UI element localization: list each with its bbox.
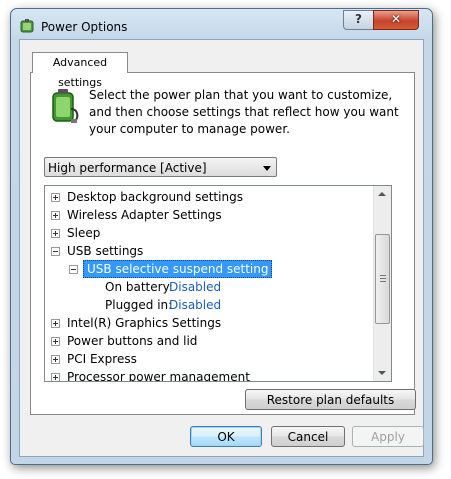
tab-advanced-settings[interactable]: Advanced settings (32, 52, 128, 89)
tree-item-label: USB settings (67, 244, 144, 258)
setting-label: On battery: (105, 280, 173, 294)
expand-plus-icon[interactable] (51, 211, 60, 220)
tree-item-label: Wireless Adapter Settings (67, 208, 222, 222)
restore-plan-defaults-button[interactable]: Restore plan defaults (245, 389, 416, 410)
dialog-body: Advanced settings Select the power plan … (19, 39, 424, 457)
cancel-button[interactable]: Cancel (271, 426, 345, 447)
expand-plus-icon[interactable] (51, 355, 60, 364)
help-button[interactable]: ? (343, 10, 374, 30)
collapse-minus-icon[interactable] (69, 265, 78, 274)
title-bar[interactable]: Power Options ? ✕ (11, 9, 432, 39)
setting-label: Plugged in: (105, 298, 173, 312)
apply-button[interactable]: Apply (352, 426, 424, 447)
grip-line (380, 281, 386, 282)
tree-item-label: Processor power management (67, 370, 250, 382)
settings-tree[interactable]: Desktop background settings Wireless Ada… (44, 185, 392, 382)
power-options-icon (20, 19, 34, 33)
intro-text: Select the power plan that you want to c… (89, 88, 399, 136)
tree-item-label: Intel(R) Graphics Settings (67, 316, 222, 330)
power-plan-value: High performance [Active] (48, 161, 207, 175)
close-button[interactable]: ✕ (373, 10, 419, 30)
tree-item-label: Power buttons and lid (67, 334, 198, 348)
on-battery-value-link[interactable]: Disabled (169, 278, 221, 296)
collapse-minus-icon[interactable] (51, 247, 60, 256)
advanced-settings-panel: Select the power plan that you want to c… (30, 72, 416, 415)
expand-plus-icon[interactable] (51, 193, 60, 202)
window-title: Power Options (41, 20, 128, 34)
tree-item-label-selected: USB selective suspend setting (83, 260, 273, 278)
scroll-down-icon[interactable] (378, 371, 386, 375)
scroll-thumb[interactable] (375, 234, 390, 324)
vertical-scrollbar[interactable] (373, 186, 391, 381)
power-plan-select[interactable]: High performance [Active] (44, 157, 277, 177)
expand-plus-icon[interactable] (51, 229, 60, 238)
tree-item-label: PCI Express (67, 352, 137, 366)
power-options-window: Power Options ? ✕ Advanced settings Sele… (10, 8, 433, 465)
tree-item-label: Sleep (67, 226, 101, 240)
expand-plus-icon[interactable] (51, 373, 60, 381)
plugged-in-value-link[interactable]: Disabled (169, 296, 221, 314)
scroll-up-icon[interactable] (378, 192, 386, 196)
expand-plus-icon[interactable] (51, 337, 60, 346)
grip-line (380, 275, 386, 276)
tree-item-label: Desktop background settings (67, 190, 243, 204)
chevron-down-icon[interactable] (263, 166, 271, 171)
expand-plus-icon[interactable] (51, 319, 60, 328)
grip-line (380, 278, 386, 279)
ok-button[interactable]: OK (190, 426, 262, 447)
